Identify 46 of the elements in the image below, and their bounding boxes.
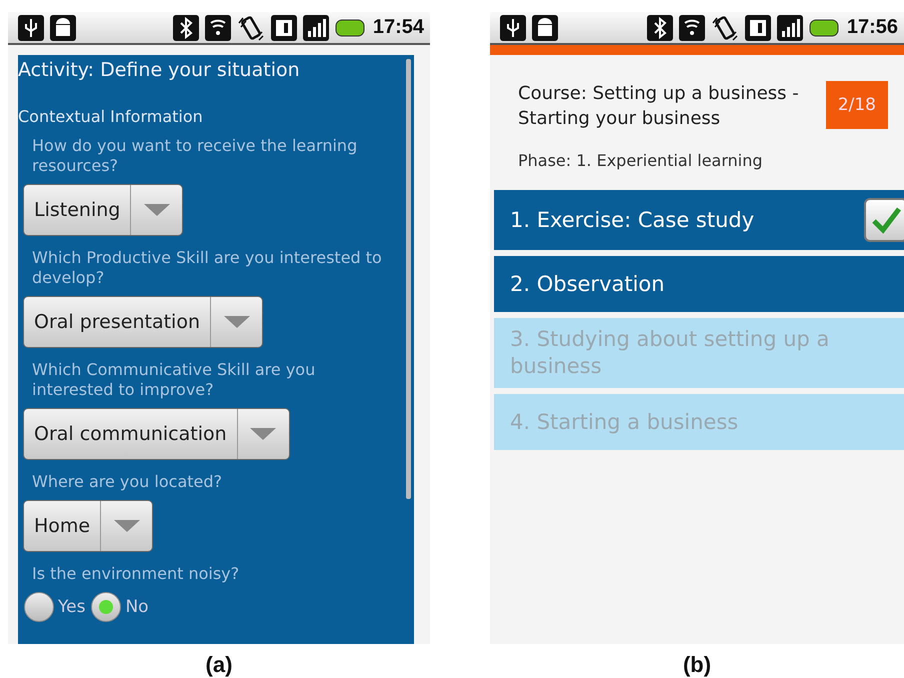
section-heading: Contextual Information (18, 107, 204, 126)
android-icon (532, 14, 558, 40)
caret-icon (250, 428, 276, 440)
question-label: Is the environment noisy? (31, 564, 240, 584)
status-time: 17:54 (372, 16, 424, 39)
figure-caption: (a) (206, 652, 232, 678)
dropdown[interactable]: Oral presentation (23, 296, 263, 348)
question-label: How do you want to receive the learning resources? (31, 136, 358, 176)
checkbox[interactable] (864, 198, 904, 242)
activity-item[interactable]: 2. Observation (494, 256, 904, 312)
android-icon (50, 14, 76, 40)
wifi-icon (204, 14, 231, 40)
activity-item[interactable]: 1. Exercise: Case study (494, 190, 904, 250)
dropdown[interactable]: Listening (23, 184, 184, 236)
wifi-icon (678, 14, 705, 40)
status-time: 17:56 (846, 16, 898, 39)
caret-icon (144, 204, 170, 216)
sim-card-icon (270, 14, 297, 40)
progress-badge: 2/18 (826, 81, 888, 129)
question-label: Which Productive Skill are you interested to develop? (31, 248, 383, 288)
usb-icon (18, 14, 44, 40)
bluetooth-icon (646, 14, 673, 40)
radio-label: No (125, 597, 149, 617)
signal-icon (302, 14, 329, 40)
course-title: Course: Setting up a business - Starting your business (518, 82, 800, 131)
activity-title: Activity: Define your situation (18, 59, 301, 81)
caret-icon (114, 520, 140, 532)
radio-label: Yes (58, 597, 86, 617)
sim-card-icon (744, 14, 771, 40)
radio-button[interactable] (24, 592, 54, 622)
question-label: Which Communicative Skill are you interested to improve? (31, 360, 316, 400)
figure-caption: (b) (682, 652, 712, 678)
dropdown[interactable]: Home (23, 500, 154, 552)
vibrate-icon (710, 14, 739, 40)
battery-icon (808, 18, 841, 38)
bluetooth-icon (172, 14, 199, 40)
vibrate-icon (236, 14, 265, 40)
phase-label: Phase: 1. Experiential learning (517, 150, 764, 172)
battery-icon (334, 18, 367, 38)
caret-icon (224, 316, 250, 328)
dropdown[interactable]: Oral communication (23, 408, 290, 460)
usb-icon (500, 14, 526, 40)
signal-icon (776, 14, 803, 40)
radio-button[interactable] (91, 592, 122, 622)
question-label: Where are you located? (31, 472, 224, 492)
check-icon (871, 206, 901, 234)
